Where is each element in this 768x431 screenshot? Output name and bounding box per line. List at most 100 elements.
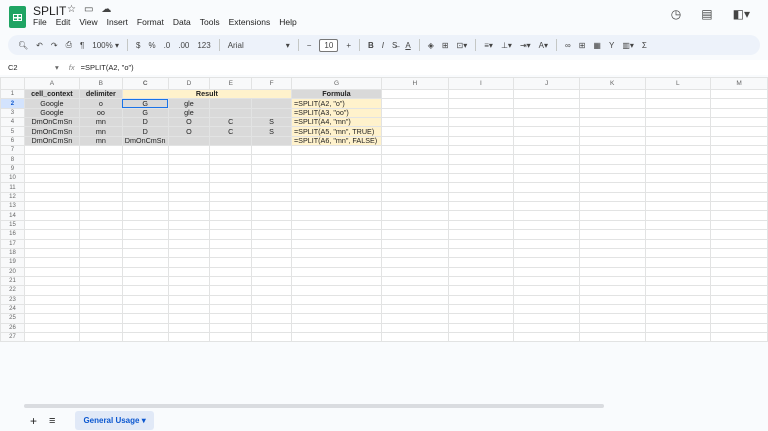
cell[interactable]: [78, 191, 123, 203]
row-header[interactable]: 23: [0, 294, 25, 305]
valign-icon[interactable]: ⊥▾: [501, 41, 512, 50]
cell[interactable]: [447, 145, 515, 156]
cell[interactable]: [380, 247, 449, 259]
cell[interactable]: [380, 98, 449, 109]
cell[interactable]: [447, 191, 515, 203]
cell[interactable]: [121, 163, 169, 175]
cell[interactable]: [513, 313, 580, 324]
cell[interactable]: [380, 191, 449, 203]
cell[interactable]: [78, 275, 123, 287]
cell[interactable]: [290, 201, 382, 212]
cell[interactable]: C: [209, 117, 253, 128]
cell[interactable]: [710, 313, 768, 324]
cell[interactable]: [380, 163, 449, 175]
row-header[interactable]: 25: [0, 313, 25, 324]
cell[interactable]: [209, 135, 253, 147]
cell[interactable]: [447, 266, 515, 277]
cell[interactable]: [380, 303, 449, 315]
cell[interactable]: [251, 247, 292, 259]
header-cell[interactable]: delimiter: [78, 88, 123, 100]
cell[interactable]: [710, 173, 768, 184]
cell[interactable]: D: [121, 126, 169, 137]
percent-button[interactable]: %: [148, 41, 155, 50]
cell[interactable]: [513, 266, 580, 277]
cell[interactable]: [121, 331, 169, 343]
cell[interactable]: [447, 182, 515, 193]
doc-title[interactable]: SPLIT: [33, 4, 66, 18]
zoom-select[interactable]: 100% ▾: [92, 41, 119, 50]
cell[interactable]: [513, 201, 580, 212]
row-header[interactable]: 2: [0, 98, 25, 109]
align-icon[interactable]: ≡▾: [484, 41, 493, 50]
cell[interactable]: [447, 313, 515, 324]
borders-icon[interactable]: ⊞: [442, 41, 449, 50]
cell[interactable]: [513, 163, 580, 175]
cell[interactable]: [290, 331, 382, 343]
cell[interactable]: [290, 191, 382, 203]
cell[interactable]: [447, 294, 515, 305]
cell[interactable]: [380, 88, 449, 100]
cell[interactable]: [578, 145, 646, 156]
cell[interactable]: [121, 294, 169, 305]
cell[interactable]: [578, 135, 646, 147]
column-header-F[interactable]: F: [251, 77, 292, 90]
cell[interactable]: [513, 322, 580, 333]
row-header[interactable]: 27: [0, 331, 25, 343]
cell[interactable]: [23, 275, 80, 287]
cell[interactable]: [578, 303, 646, 315]
cell[interactable]: [380, 210, 449, 221]
row-header[interactable]: 9: [0, 163, 25, 175]
select-all[interactable]: [0, 77, 25, 90]
cell[interactable]: [167, 303, 211, 315]
cell[interactable]: [209, 201, 253, 212]
cell[interactable]: [78, 285, 123, 296]
cell[interactable]: [644, 126, 712, 137]
cell[interactable]: [644, 303, 712, 315]
cell[interactable]: [167, 266, 211, 277]
cell[interactable]: =SPLIT(A2, "o"): [290, 98, 382, 109]
cell[interactable]: [644, 191, 712, 203]
row-header[interactable]: 18: [0, 247, 25, 259]
add-sheet-icon[interactable]: +: [30, 414, 37, 428]
cell[interactable]: [209, 145, 253, 156]
cell[interactable]: [23, 229, 80, 240]
column-header-I[interactable]: I: [447, 77, 515, 90]
cell[interactable]: [644, 145, 712, 156]
cell[interactable]: [644, 238, 712, 249]
cell[interactable]: [251, 285, 292, 296]
cell[interactable]: [644, 313, 712, 324]
cell[interactable]: [23, 201, 80, 212]
column-header-B[interactable]: B: [78, 77, 123, 90]
cell[interactable]: [380, 154, 449, 165]
cell[interactable]: [447, 88, 515, 100]
cell[interactable]: [710, 266, 768, 277]
row-header[interactable]: 21: [0, 275, 25, 287]
column-header-G[interactable]: G: [290, 77, 382, 90]
cell[interactable]: [121, 154, 169, 165]
row-header[interactable]: 19: [0, 257, 25, 268]
cell[interactable]: [23, 238, 80, 249]
cell[interactable]: [167, 219, 211, 231]
cell[interactable]: [209, 247, 253, 259]
cell[interactable]: [380, 126, 449, 137]
cell[interactable]: [121, 303, 169, 315]
cell[interactable]: [578, 238, 646, 249]
cell[interactable]: [447, 331, 515, 343]
name-box[interactable]: C2: [0, 63, 55, 72]
cell[interactable]: [209, 285, 253, 296]
filter-icon[interactable]: Y: [609, 41, 614, 50]
cell[interactable]: [513, 303, 580, 315]
cell[interactable]: [710, 303, 768, 315]
cell[interactable]: [644, 257, 712, 268]
column-header-K[interactable]: K: [578, 77, 646, 90]
cell[interactable]: [251, 331, 292, 343]
paint-format-icon[interactable]: ¶: [80, 41, 84, 50]
row-header[interactable]: 14: [0, 210, 25, 221]
cell[interactable]: [380, 294, 449, 305]
cell[interactable]: [710, 163, 768, 175]
cell[interactable]: [710, 145, 768, 156]
cell[interactable]: [290, 247, 382, 259]
cell[interactable]: [251, 135, 292, 147]
cell[interactable]: [380, 145, 449, 156]
cell[interactable]: [710, 182, 768, 193]
